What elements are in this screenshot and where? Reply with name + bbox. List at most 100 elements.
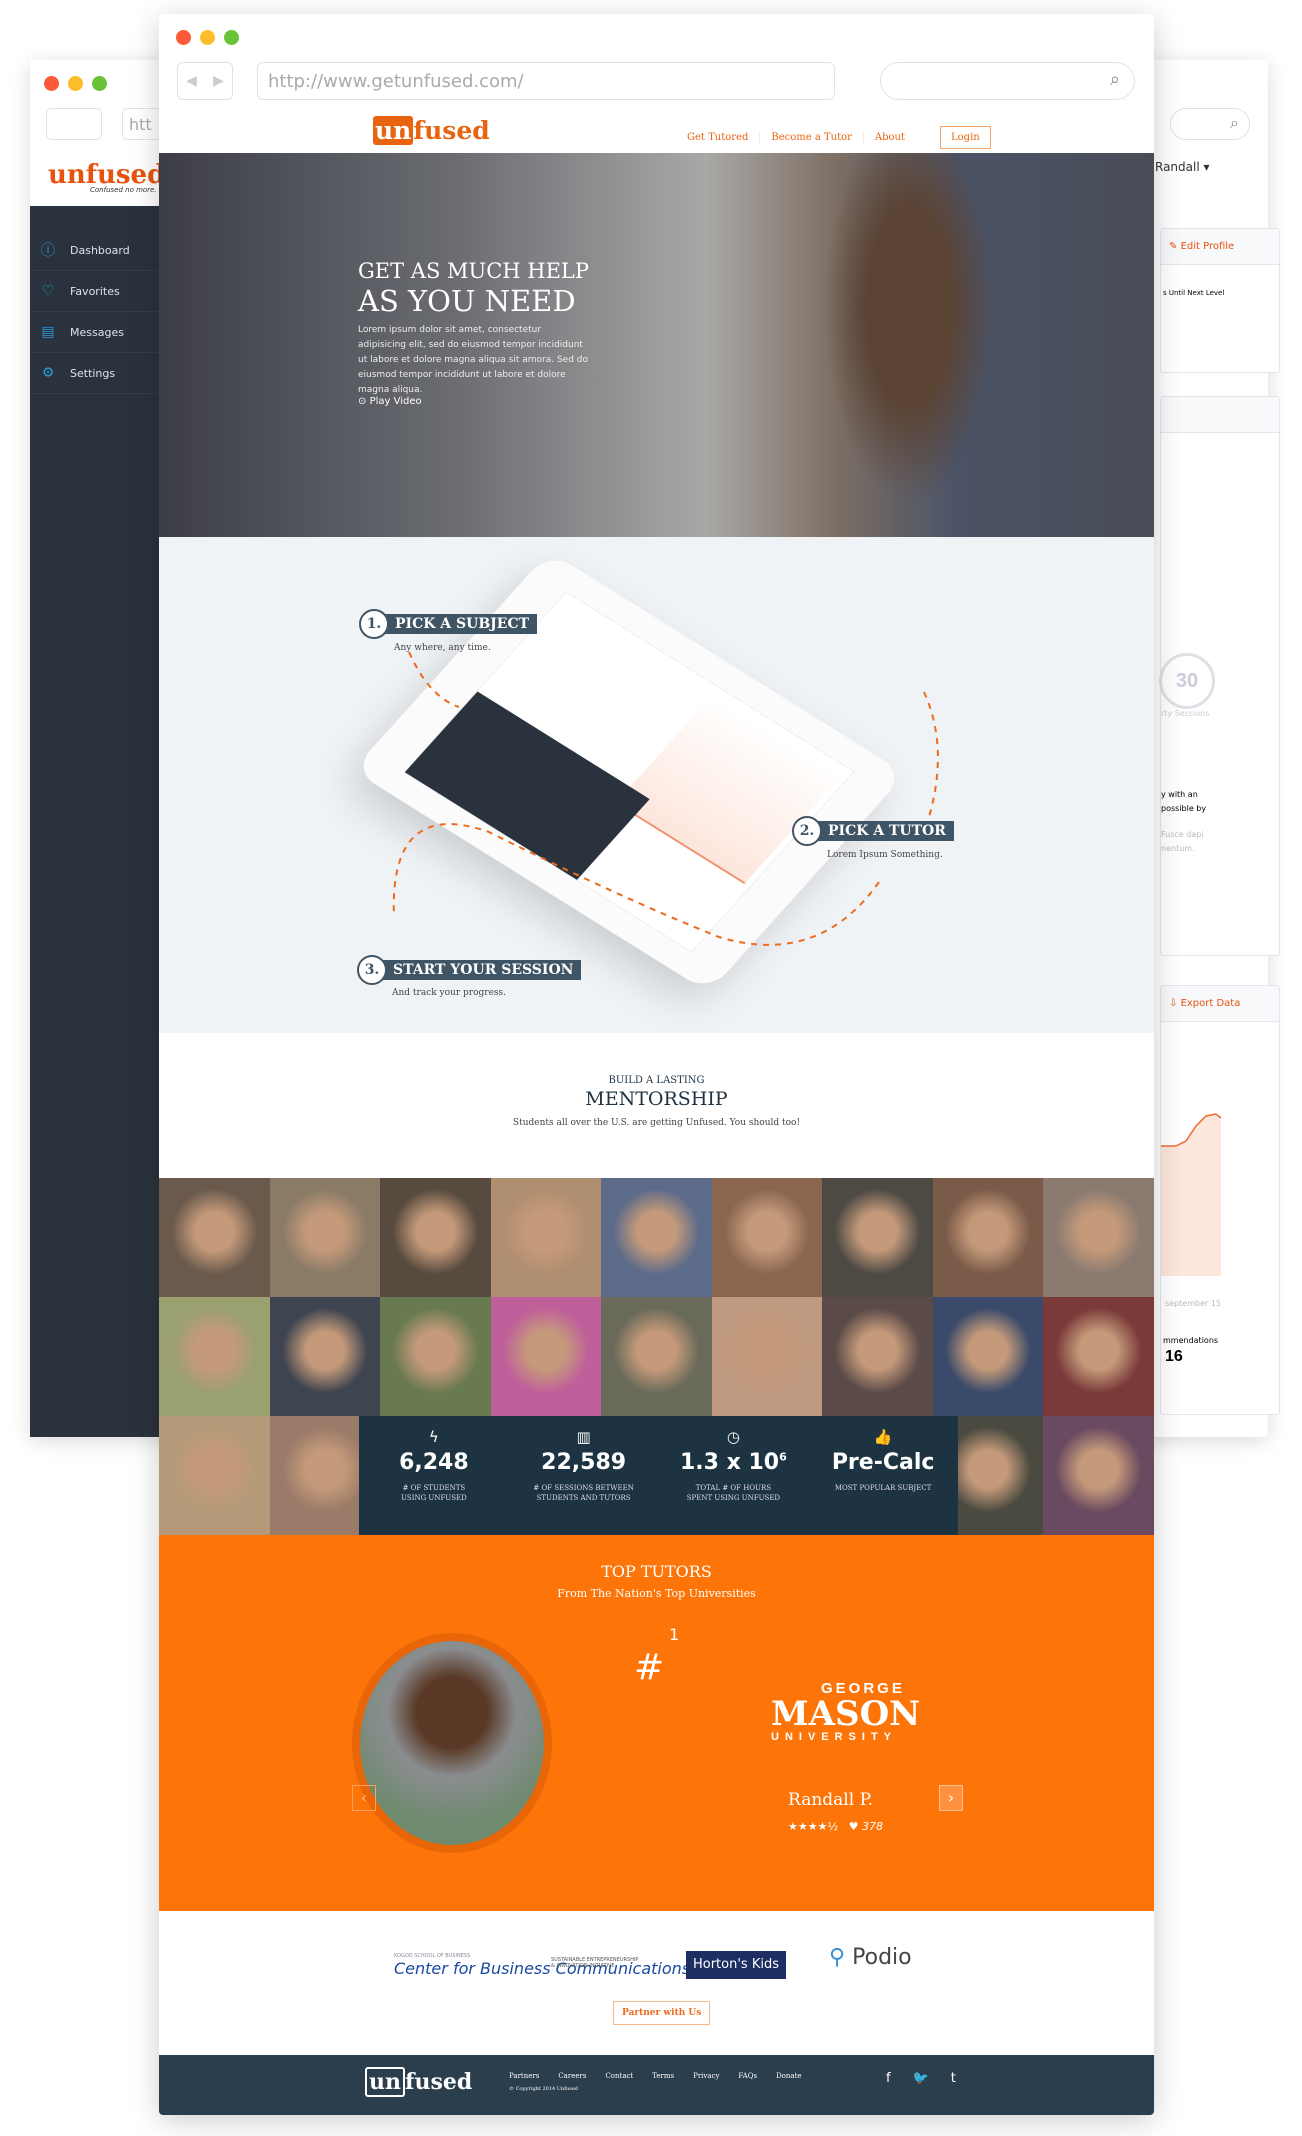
stat-sessions: ▥ 22,589 # OF SESSIONS BETWEEN STUDENTS AND… <box>509 1416 659 1535</box>
nav-buttons[interactable]: ◀ ▶ <box>177 62 233 100</box>
footer-link-careers[interactable]: Careers <box>558 2072 586 2080</box>
minimize-dot[interactable] <box>68 76 83 91</box>
browser-search-input[interactable]: ⌕ <box>880 62 1135 100</box>
text: y with an <box>1161 790 1198 799</box>
student-photo <box>601 1297 712 1416</box>
thumbs-up-icon: 👍 <box>873 1428 893 1446</box>
back-arrow-icon[interactable]: ◀ <box>186 73 197 89</box>
edit-profile-link[interactable]: ✎ Edit Profile <box>1161 229 1279 265</box>
facebook-icon[interactable]: f <box>886 2071 891 2086</box>
zoom-dot[interactable] <box>92 76 107 91</box>
search-icon: ⌕ <box>1109 69 1120 90</box>
nav-about[interactable]: About <box>864 132 916 143</box>
chart-date-label: september 15 <box>1165 1299 1222 1308</box>
student-photo <box>490 1178 602 1297</box>
nav-become-tutor[interactable]: Become a Tutor <box>760 132 864 143</box>
forward-arrow-icon[interactable]: ▶ <box>213 73 224 89</box>
footer-logo[interactable]: ununfusedfused <box>365 2067 472 2097</box>
nav-get-tutored[interactable]: Get Tutored <box>676 132 761 143</box>
prev-arrow-button[interactable]: ‹ <box>352 1785 376 1811</box>
student-photo <box>932 1178 1044 1297</box>
next-level-label: s Until Next Level <box>1163 289 1225 297</box>
heart-icon: ♡ <box>41 283 55 299</box>
tutor-rating: ★★★★½ ♥ 378 <box>788 1820 883 1833</box>
student-photo <box>822 1178 933 1297</box>
activity-chart <box>1161 1113 1222 1276</box>
footer-link-privacy[interactable]: Privacy <box>693 2072 719 2080</box>
student-photo <box>490 1297 602 1416</box>
footer-link-donate[interactable]: Donate <box>776 2072 801 2080</box>
partner-logo-seii[interactable]: SUSTAINABLE ENTREPRENEURSHIP & INNOVATIO… <box>551 1957 641 1969</box>
play-video-button[interactable]: ⊙ Play Video <box>358 396 422 407</box>
sidebar-label: Favorites <box>70 284 120 298</box>
sessions-label: rty Sessions <box>1161 709 1210 718</box>
footer-link-contact[interactable]: Contact <box>605 2072 633 2080</box>
twitter-icon[interactable]: 🐦 <box>913 2071 929 2086</box>
top-nav: Get Tutored Become a Tutor About Login <box>676 126 991 149</box>
export-data-link[interactable]: ⇩ Export Data <box>1161 986 1279 1022</box>
sidebar-item-dashboard[interactable]: ⓘ Dashboard <box>30 230 160 271</box>
browser-window: ◀ ▶ http://www.getunfused.com/ ⌕ unfused … <box>159 14 1154 2115</box>
partner-logo-hortons-kids[interactable]: Horton's Kids <box>686 1951 786 1979</box>
student-photo <box>1043 1178 1154 1297</box>
student-photo <box>159 1416 270 1535</box>
step-sub: Any where, any time. <box>394 643 491 653</box>
footer-link-partners[interactable]: Partners <box>509 2072 539 2080</box>
zoom-dot[interactable] <box>224 30 239 45</box>
back-nav-buttons[interactable] <box>46 108 102 140</box>
rank-number: 1 <box>669 1625 680 1644</box>
top-tutors-section: TOP TUTORS From The Nation's Top Univers… <box>159 1535 1154 1911</box>
dashed-path <box>392 651 939 946</box>
sidebar: ⓘ Dashboard ♡ Favorites ▤ Messages ⚙ Setting… <box>30 206 160 1437</box>
stats-panel: ϟ 6,248 # OF STUDENTS USING UNFUSED ▥ 22,589… <box>359 1416 958 1535</box>
student-photo <box>711 1297 823 1416</box>
sidebar-item-favorites[interactable]: ♡ Favorites <box>30 271 160 312</box>
student-photo <box>269 1297 381 1416</box>
top-tutors-title: TOP TUTORS <box>601 1562 712 1581</box>
partner-logo-podio[interactable]: ⚲ Podio <box>829 1945 912 1970</box>
minimize-dot[interactable] <box>200 30 215 45</box>
text: Fusce dapi <box>1161 830 1204 839</box>
footer: ununfusedfused Partners Careers Contact Ter… <box>159 2055 1154 2115</box>
back-search-icon[interactable]: ⌕ <box>1170 108 1250 140</box>
copyright: © Copyright 2014 Unfused <box>509 2086 579 2092</box>
partner-with-us-button[interactable]: Partner with Us <box>613 2001 711 2025</box>
student-photo <box>380 1297 491 1416</box>
student-photo <box>711 1178 823 1297</box>
step-pick-subject: 1. PICK A SUBJECT <box>359 609 538 639</box>
profile-card: ✎ Edit Profile s Until Next Level <box>1160 228 1280 373</box>
stat-hours: ◷ 1.3 x 106 TOTAL # OF HOURS SPENT USING UN… <box>659 1416 809 1535</box>
stat-popular-subject: 👍 Pre-Calc MOST POPULAR SUBJECT <box>808 1416 958 1535</box>
student-photo <box>380 1178 491 1297</box>
close-dot[interactable] <box>44 76 59 91</box>
step-start-session: 3. START YOUR SESSION <box>357 955 582 985</box>
back-url-bar[interactable]: htt <box>122 108 162 140</box>
recommendations-label: mmendations <box>1163 1336 1219 1345</box>
step-sub: And track your progress. <box>392 988 506 998</box>
login-button[interactable]: Login <box>940 126 991 149</box>
how-it-works: 1. PICK A SUBJECT Any where, any time. 2.… <box>159 537 1154 1033</box>
user-menu[interactable]: Randall ▾ <box>1155 160 1210 174</box>
lightning-icon: ϟ <box>428 1428 439 1446</box>
student-photo <box>932 1297 1044 1416</box>
star-rating: ★★★★½ <box>788 1820 839 1833</box>
next-arrow-button[interactable]: › <box>939 1785 963 1811</box>
university-logo: GEORGE MASON UNIVERSITY <box>771 1680 921 1743</box>
student-photo <box>601 1178 712 1297</box>
url-input[interactable]: http://www.getunfused.com/ <box>257 62 835 100</box>
footer-links: Partners Careers Contact Terms Privacy FAQs Do… <box>509 2072 802 2080</box>
site-logo[interactable]: unfused <box>373 116 490 145</box>
top-tutors-sub: From The Nation's Top Universities <box>557 1587 756 1600</box>
text: possible by <box>1161 804 1207 813</box>
tumblr-icon[interactable]: t <box>951 2071 956 2086</box>
sidebar-item-messages[interactable]: ▤ Messages <box>30 312 160 353</box>
mentorship-sub: Students all over the U.S. are getting U… <box>512 1118 801 1128</box>
student-photo <box>1043 1416 1154 1535</box>
tutor-photo <box>352 1633 552 1853</box>
messages-icon: ▤ <box>41 324 55 340</box>
footer-link-terms[interactable]: Terms <box>652 2072 674 2080</box>
footer-link-faqs[interactable]: FAQs <box>738 2072 757 2080</box>
sidebar-item-settings[interactable]: ⚙ Settings <box>30 353 160 394</box>
student-photo <box>269 1178 381 1297</box>
close-dot[interactable] <box>176 30 191 45</box>
